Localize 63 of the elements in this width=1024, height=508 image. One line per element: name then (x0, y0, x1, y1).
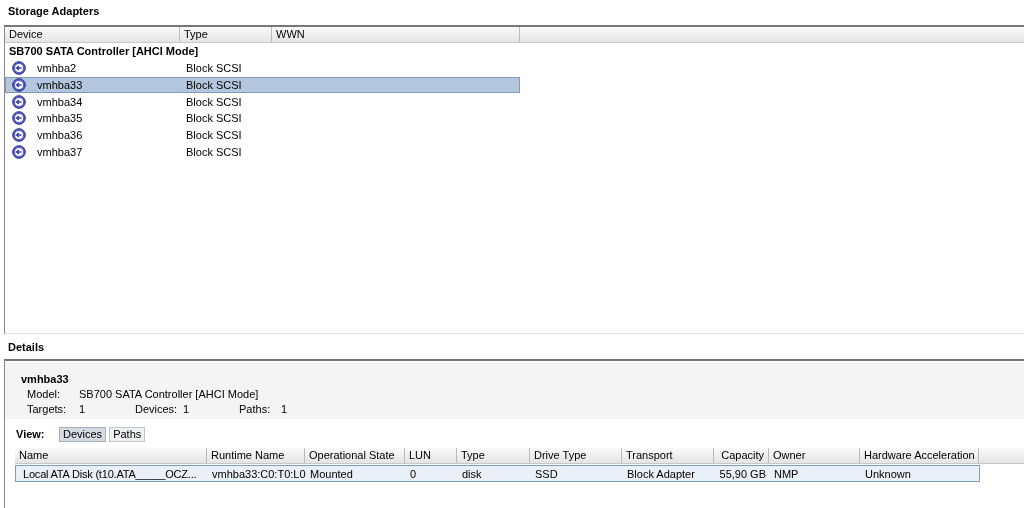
column-header[interactable]: Operational State (305, 448, 405, 463)
table-cell-text: Block Adapter (626, 467, 696, 480)
view-toggle[interactable]: Paths (109, 426, 146, 442)
adapter-row[interactable]: vmhba36 Block SCSI (5, 127, 520, 144)
column-header[interactable]: Type (180, 27, 272, 42)
adapter-icon (12, 77, 26, 92)
column-header[interactable]: Runtime Name (207, 448, 305, 463)
column-header[interactable]: Drive Type (530, 448, 622, 463)
table-cell-text: Local ATA Disk (t10.ATA_____OCZ... (22, 467, 198, 480)
device-name: vmhba2 (37, 62, 78, 74)
section-title: Storage Adapters (7, 4, 101, 19)
column-header[interactable]: Name (15, 448, 207, 463)
column-header[interactable]: Capacity (714, 448, 769, 463)
stat-label: Targets: (27, 402, 68, 417)
adapter-row[interactable]: vmhba33 Block SCSI (5, 76, 520, 93)
column-header[interactable]: Hardware Acceleration (860, 448, 979, 463)
adapter-type: Block SCSI (186, 129, 242, 142)
adapter-name: vmhba33 (21, 373, 70, 387)
adapter-icon (12, 61, 26, 75)
adapter-type: Block SCSI (186, 95, 242, 108)
stat-label: Devices: (135, 402, 179, 417)
model-value: SB700 SATA Controller [AHCI Mode] (79, 387, 259, 402)
column-header[interactable]: Type (457, 448, 530, 463)
adapter-type: Block SCSI (186, 146, 242, 158)
table-cell-text: disk (461, 467, 483, 480)
stat-value: 1 (79, 402, 87, 417)
view-toggle[interactable]: Devices (59, 426, 107, 442)
device-name: vmhba36 (37, 129, 84, 142)
adapter-type: Block SCSI (186, 78, 242, 91)
stat-label: Paths: (239, 402, 272, 417)
column-header[interactable]: Transport (622, 448, 714, 463)
adapter-icon (12, 94, 26, 109)
table-cell-text: NMP (773, 467, 800, 480)
table-cell-text: vmhba33:C0:T0:L0 (211, 467, 306, 480)
adapter-icon (12, 111, 26, 126)
stat-value: 1 (281, 402, 289, 417)
column-header[interactable]: Device (5, 27, 180, 42)
column-header[interactable]: LUN (405, 448, 457, 463)
device-name: vmhba34 (37, 95, 84, 108)
adapter-type: Block SCSI (186, 62, 242, 74)
table-cell-text: SSD (534, 467, 559, 480)
table-cell-text: Mounted (309, 467, 354, 480)
table-cell-text: 0 (409, 467, 418, 480)
adapter-icon (12, 128, 26, 143)
device-row[interactable]: Local ATA Disk (t10.ATA_____OCZ... vmhba33:C0:T0:L0 Mounted 0 disk SSD Block Adapter 55,90 GB NMP Unknown (15, 465, 980, 482)
table-cell-text: Unknown (864, 467, 912, 480)
stat-value: 1 (183, 402, 191, 417)
adapter-type: Block SCSI (186, 112, 242, 125)
table-cell-text: 55,90 GB (718, 467, 767, 480)
adapter-row[interactable]: vmhba2 Block SCSI (5, 60, 520, 76)
device-name: vmhba33 (37, 78, 84, 91)
view-label: View: (16, 428, 46, 440)
device-name: vmhba37 (37, 146, 84, 158)
group-header: SB700 SATA Controller [AHCI Mode] (8, 44, 200, 59)
adapter-row[interactable]: vmhba34 Block SCSI (5, 93, 520, 110)
model-label: Model: (27, 387, 62, 402)
adapter-icon (12, 145, 26, 159)
section-title: Details (7, 340, 46, 355)
adapter-row[interactable]: vmhba37 Block SCSI (5, 144, 520, 160)
column-header[interactable]: Owner (769, 448, 860, 463)
device-name: vmhba35 (37, 112, 84, 125)
column-header[interactable]: WWN (272, 27, 520, 42)
adapter-row[interactable]: vmhba35 Block SCSI (5, 110, 520, 127)
